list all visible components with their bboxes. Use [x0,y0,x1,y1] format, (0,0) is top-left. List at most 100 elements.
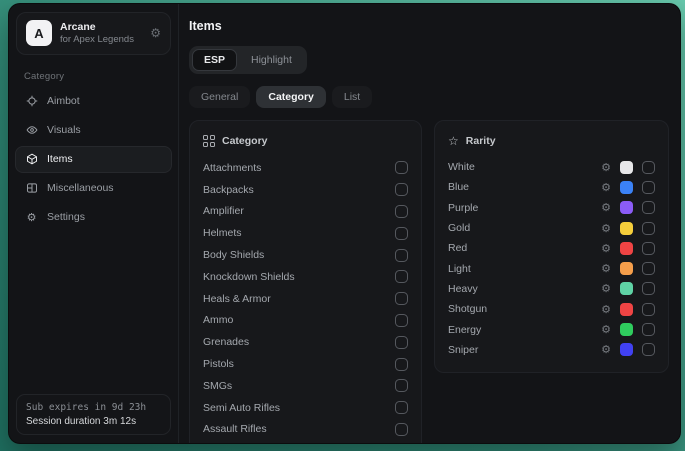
gear-icon[interactable]: ⚙ [601,304,611,315]
gear-icon[interactable]: ⚙ [150,26,161,40]
category-row-label: Assault Rifles [203,423,267,435]
rarity-row-label: Blue [448,181,469,193]
rarity-row-label: White [448,161,475,173]
checkbox[interactable] [395,358,408,371]
gear-icon[interactable]: ⚙ [601,344,611,355]
checkbox[interactable] [642,262,655,275]
rarity-panel-title: Rarity [466,135,496,147]
rarity-row-label: Light [448,263,471,275]
checkbox[interactable] [642,323,655,336]
color-swatch[interactable] [620,242,633,255]
subscription-card: Sub expires in 9d 23h Session duration 3… [16,394,171,435]
checkbox[interactable] [395,292,408,305]
rarity-list: White ⚙ Blue ⚙ Purple ⚙ Gold ⚙ Red ⚙ [448,157,655,360]
color-swatch[interactable] [620,201,633,214]
tab-category[interactable]: Category [256,86,326,108]
app-logo: A [26,20,52,46]
category-row-label: Attachments [203,162,261,174]
rarity-row-label: Sniper [448,344,478,356]
sidebar-item-label: Items [47,153,73,165]
color-swatch[interactable] [620,303,633,316]
category-row-label: Pistols [203,358,234,370]
checkbox[interactable] [642,161,655,174]
checkbox[interactable] [395,249,408,262]
checkbox[interactable] [642,303,655,316]
checkbox[interactable] [642,181,655,194]
category-row-label: Backpacks [203,184,254,196]
category-panel: Category Attachments Backpacks Amplifier… [189,120,422,444]
color-swatch[interactable] [620,181,633,194]
category-list: Attachments Backpacks Amplifier Helmets … [203,157,408,444]
category-row: Helmets [203,222,408,244]
category-row: SMGs [203,375,408,397]
tab-list[interactable]: List [332,86,372,108]
category-panel-title: Category [222,135,268,147]
rarity-row: Light ⚙ [448,258,655,278]
checkbox[interactable] [395,205,408,218]
sidebar-item-settings[interactable]: ⚙ Settings [15,204,172,231]
gear-icon[interactable]: ⚙ [601,243,611,254]
checkbox[interactable] [642,242,655,255]
checkbox[interactable] [395,183,408,196]
sidebar-item-items[interactable]: Items [15,146,172,173]
color-swatch[interactable] [620,161,633,174]
category-row: Assault Rifles [203,419,408,441]
sidebar-item-label: Settings [47,211,85,223]
grid-icon [203,135,215,147]
category-row-label: Ammo [203,314,233,326]
gear-icon[interactable]: ⚙ [601,324,611,335]
checkbox[interactable] [395,401,408,414]
category-row-label: Knockdown Shields [203,271,295,283]
rarity-row-label: Gold [448,222,470,234]
checkbox[interactable] [395,270,408,283]
sidebar-item-aimbot[interactable]: Aimbot [15,88,172,115]
rarity-row: Red ⚙ [448,238,655,258]
checkbox[interactable] [395,227,408,240]
category-row: Ammo [203,310,408,332]
gear-icon[interactable]: ⚙ [601,283,611,294]
category-row: Heals & Armor [203,288,408,310]
gear-icon[interactable]: ⚙ [601,162,611,173]
sidebar-item-visuals[interactable]: Visuals [15,117,172,144]
rarity-row: White ⚙ [448,157,655,177]
category-row: Grenades [203,331,408,353]
checkbox[interactable] [642,222,655,235]
category-row-label: Heals & Armor [203,293,271,305]
color-swatch[interactable] [620,262,633,275]
sidebar-item-miscellaneous[interactable]: Miscellaneous [15,175,172,202]
checkbox[interactable] [642,282,655,295]
checkbox[interactable] [642,343,655,356]
category-row: Body Shields [203,244,408,266]
rarity-row-label: Red [448,242,467,254]
panels: Category Attachments Backpacks Amplifier… [189,120,669,444]
checkbox[interactable] [642,201,655,214]
crosshair-icon [25,95,38,107]
category-row: Pistols [203,353,408,375]
gear-icon: ⚙ [25,211,38,224]
gear-icon[interactable]: ⚙ [601,182,611,193]
checkbox[interactable] [395,336,408,349]
gear-icon[interactable]: ⚙ [601,202,611,213]
toggle-esp[interactable]: ESP [192,49,237,71]
rarity-row: Shotgun ⚙ [448,299,655,319]
box-icon [25,153,38,165]
toggle-highlight[interactable]: Highlight [239,49,304,71]
category-row: Amplifier [203,201,408,223]
star-icon: ☆ [448,135,459,147]
color-swatch[interactable] [620,323,633,336]
rarity-row: Heavy ⚙ [448,279,655,299]
color-swatch[interactable] [620,282,633,295]
sub-expires-text: Sub expires in 9d 23h [26,402,161,413]
sidebar-section-label: Category [24,71,163,82]
category-row-label: SMGs [203,380,232,392]
color-swatch[interactable] [620,343,633,356]
category-row-label: Amplifier [203,205,244,217]
checkbox[interactable] [395,423,408,436]
gear-icon[interactable]: ⚙ [601,263,611,274]
checkbox[interactable] [395,161,408,174]
checkbox[interactable] [395,379,408,392]
color-swatch[interactable] [620,222,633,235]
gear-icon[interactable]: ⚙ [601,223,611,234]
tab-general[interactable]: General [189,86,250,108]
checkbox[interactable] [395,314,408,327]
